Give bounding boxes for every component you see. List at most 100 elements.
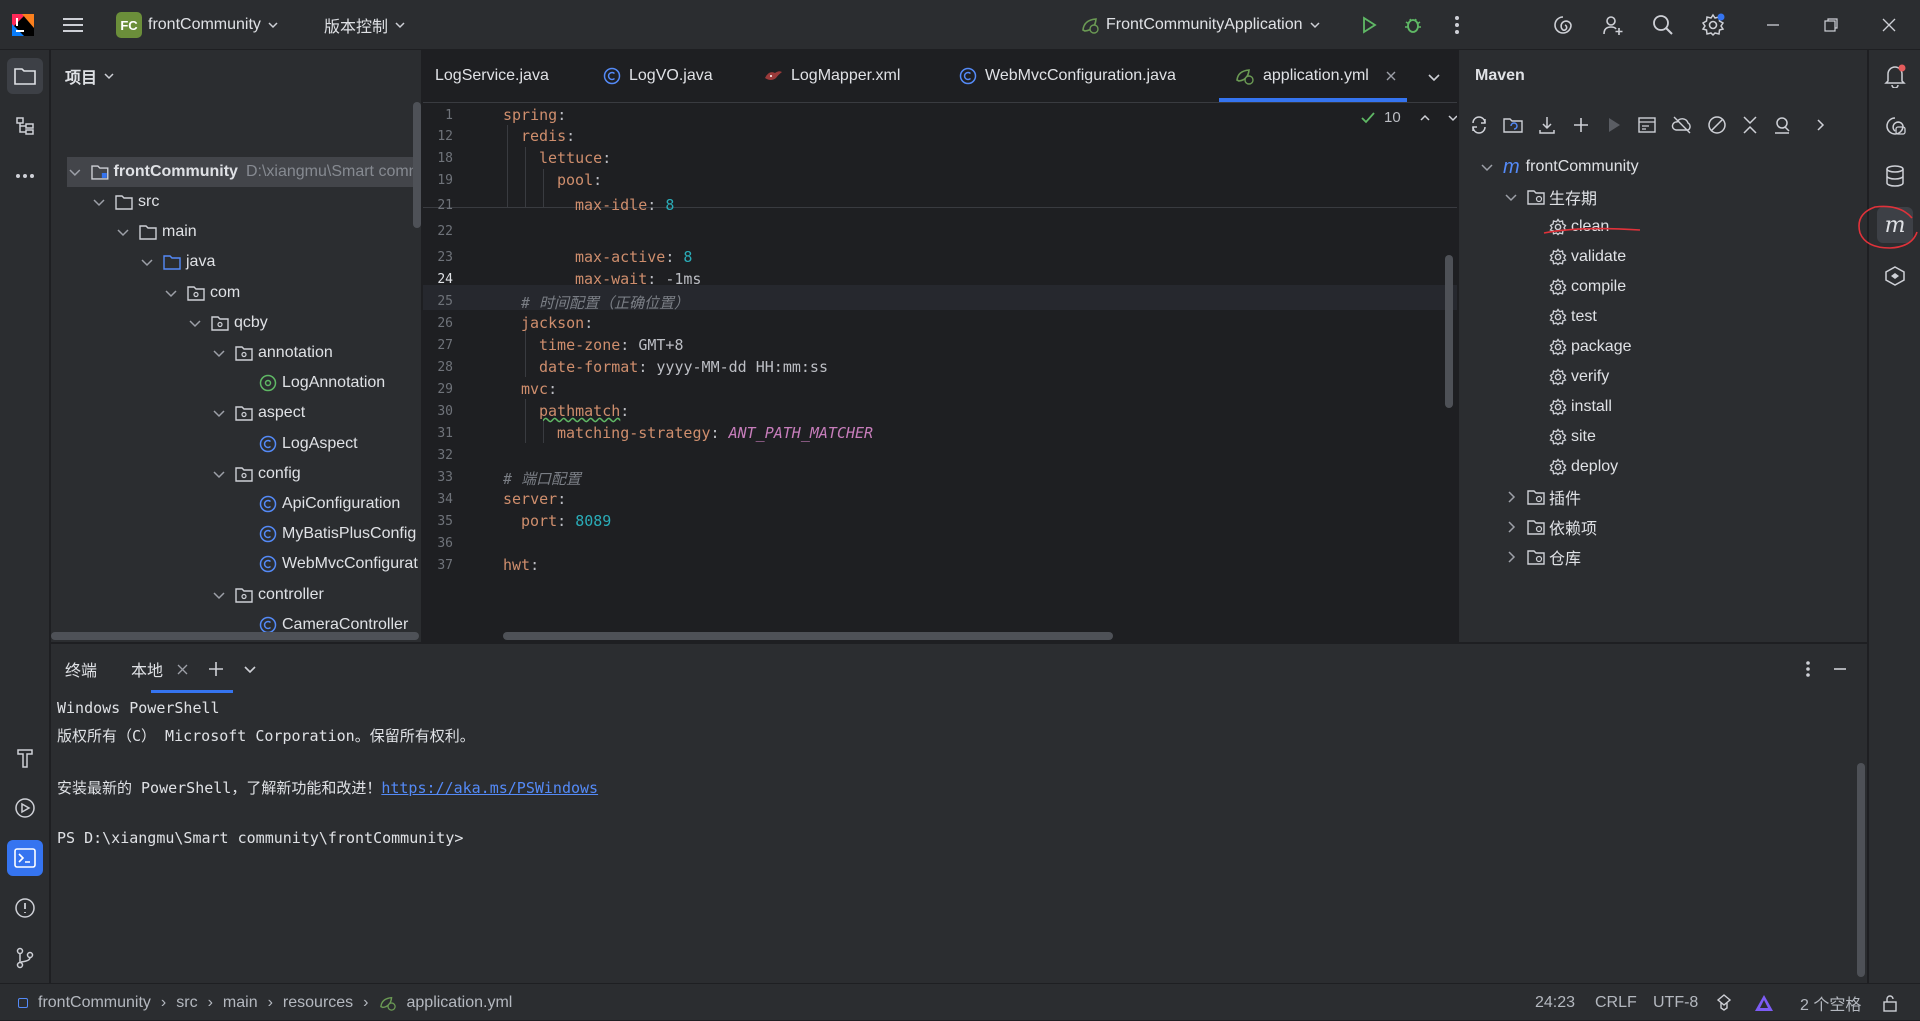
powershell-link[interactable]: https://aka.ms/PSWindows — [381, 779, 598, 797]
maven-goal-test[interactable]: test — [1549, 302, 1597, 332]
execute-goal-icon[interactable] — [1637, 115, 1657, 135]
main-menu-icon[interactable] — [60, 12, 86, 38]
chevron-up-icon[interactable] — [1419, 112, 1431, 124]
intellij-logo-icon[interactable] — [10, 12, 36, 38]
tree-item[interactable]: WebMvcConfigurat — [259, 549, 418, 579]
restore-icon[interactable] — [1818, 12, 1844, 38]
collapse-all-icon[interactable] — [1741, 115, 1759, 135]
maven-folder-node[interactable]: 插件 — [1503, 482, 1581, 512]
maven-goal-compile[interactable]: compile — [1549, 272, 1626, 302]
project-scrollbar[interactable] — [413, 102, 421, 228]
hide-panel-icon[interactable] — [1827, 656, 1853, 682]
tree-item[interactable]: controller — [211, 580, 324, 610]
ai-chat-icon[interactable] — [1877, 108, 1913, 144]
maven-m-icon[interactable]: m — [1877, 207, 1913, 243]
maven-goal-validate[interactable]: validate — [1549, 242, 1626, 272]
build-hammer-icon[interactable] — [7, 740, 43, 776]
maven-goal-package[interactable]: package — [1549, 332, 1632, 362]
tree-item[interactable]: qcby — [187, 308, 268, 338]
run-config-selector[interactable]: FrontCommunityApplication — [1080, 0, 1321, 50]
file-encoding[interactable]: UTF-8 — [1653, 984, 1698, 1021]
maven-goal-install[interactable]: install — [1549, 392, 1612, 422]
project-folder-icon[interactable] — [7, 58, 43, 94]
breadcrumb-item[interactable]: main — [223, 994, 258, 1012]
close-tab-icon[interactable] — [177, 664, 188, 675]
maven-goal-verify[interactable]: verify — [1549, 362, 1609, 392]
search-icon[interactable] — [1650, 12, 1676, 38]
ai-assistant-icon[interactable] — [1550, 12, 1576, 38]
tab-logvo-java[interactable]: LogVO.java — [603, 50, 713, 102]
code-editor[interactable]: 1 12 18 19 21 22 23 24 25 26 27 28 29 30 31 32 33 34 35 36 3… — [423, 103, 1457, 642]
editor-scrollbar[interactable] — [1445, 255, 1453, 408]
minimize-icon[interactable] — [1760, 12, 1786, 38]
reload-icon[interactable] — [1469, 115, 1489, 135]
tab-logmapper-xml[interactable]: LogMapper.xml — [763, 50, 900, 102]
tab-list-chevron-icon[interactable] — [1421, 64, 1447, 90]
terminal-options-icon[interactable] — [1795, 656, 1821, 682]
breadcrumb-item[interactable]: application.yml — [407, 994, 513, 1012]
more-options-icon[interactable] — [1444, 12, 1470, 38]
line-separator[interactable]: CRLF — [1595, 984, 1637, 1021]
inspection-widget[interactable]: 10 — [1360, 109, 1457, 126]
problems-icon[interactable] — [7, 890, 43, 926]
services-icon[interactable] — [7, 790, 43, 826]
generate-sources-icon[interactable] — [1503, 115, 1523, 135]
notifications-bell-icon[interactable] — [1877, 58, 1913, 94]
tree-item[interactable]: src — [91, 187, 159, 217]
database-icon[interactable] — [1877, 158, 1913, 194]
breadcrumb-item[interactable]: src — [176, 994, 197, 1012]
offline-mode-icon[interactable] — [1671, 115, 1693, 135]
inspection-hat-icon[interactable] — [1716, 984, 1732, 1021]
tree-item[interactable]: java — [139, 247, 215, 277]
maven-goal-clean[interactable]: clean — [1549, 212, 1609, 242]
plugin-icon[interactable] — [1877, 258, 1913, 294]
caret-position[interactable]: 24:23 — [1535, 984, 1575, 1021]
project-selector[interactable]: FC frontCommunity — [116, 0, 279, 50]
maven-goal-site[interactable]: site — [1549, 422, 1596, 452]
add-icon[interactable] — [1571, 115, 1591, 135]
tree-item[interactable]: aspect — [211, 398, 305, 428]
more-tools-icon[interactable] — [7, 158, 43, 194]
readonly-lock-icon[interactable] — [1882, 984, 1898, 1021]
tab-logservice-java[interactable]: LogService.java — [435, 50, 549, 102]
maven-lifecycle-node[interactable]: 生存期 — [1503, 182, 1597, 212]
git-branch-icon[interactable] — [7, 940, 43, 976]
analyze-dependencies-icon[interactable] — [1773, 115, 1793, 135]
indent-setting[interactable]: 2 个空格 — [1800, 984, 1861, 1021]
breadcrumb-item[interactable]: resources — [283, 994, 353, 1012]
maven-goal-deploy[interactable]: deploy — [1549, 452, 1618, 482]
terminal-tab-local[interactable]: 本地 — [131, 644, 188, 694]
tree-item[interactable]: main — [115, 217, 197, 247]
close-tab-icon[interactable] — [1385, 70, 1397, 82]
tree-item[interactable]: LogAnnotation — [259, 368, 385, 398]
editor-hscrollbar[interactable] — [503, 632, 1113, 640]
tree-item[interactable]: ApiConfiguration — [259, 489, 400, 519]
run-icon[interactable] — [1356, 12, 1382, 38]
project-panel-header[interactable]: 项目 — [65, 50, 115, 102]
tree-item[interactable]: annotation — [211, 338, 333, 368]
tree-item[interactable]: LogAspect — [259, 429, 358, 459]
add-user-icon[interactable] — [1600, 12, 1626, 38]
new-terminal-add-icon[interactable] — [203, 656, 229, 682]
tab-application-yml[interactable]: application.yml — [1235, 50, 1397, 102]
terminal-scrollbar[interactable] — [1857, 763, 1865, 977]
tree-item[interactable]: ChartController — [259, 640, 390, 642]
maven-folder-node[interactable]: 仓库 — [1503, 542, 1581, 572]
terminal-chevron-down-icon[interactable] — [237, 656, 263, 682]
close-window-icon[interactable] — [1876, 12, 1902, 38]
chevron-right-icon[interactable] — [1815, 118, 1827, 132]
ai-status-icon[interactable] — [1754, 984, 1774, 1021]
settings-gear-icon[interactable] — [1700, 12, 1726, 38]
tree-root-frontcommunity[interactable]: frontCommunity D:\xiangmu\Smart comm — [67, 157, 421, 187]
vcs-menu[interactable]: 版本控制 — [324, 0, 406, 50]
structure-icon[interactable] — [7, 108, 43, 144]
tree-item[interactable]: com — [163, 278, 240, 308]
maven-project-node[interactable]: m frontCommunity — [1479, 152, 1639, 182]
run-maven-icon[interactable] — [1605, 116, 1623, 134]
terminal-icon[interactable] — [7, 840, 43, 876]
tab-webmvcconfiguration-java[interactable]: WebMvcConfiguration.java — [959, 50, 1176, 102]
chevron-down-icon[interactable] — [1447, 112, 1457, 124]
maven-folder-node[interactable]: 依赖项 — [1503, 512, 1597, 542]
debug-icon[interactable] — [1400, 12, 1426, 38]
skip-tests-icon[interactable] — [1707, 115, 1727, 135]
